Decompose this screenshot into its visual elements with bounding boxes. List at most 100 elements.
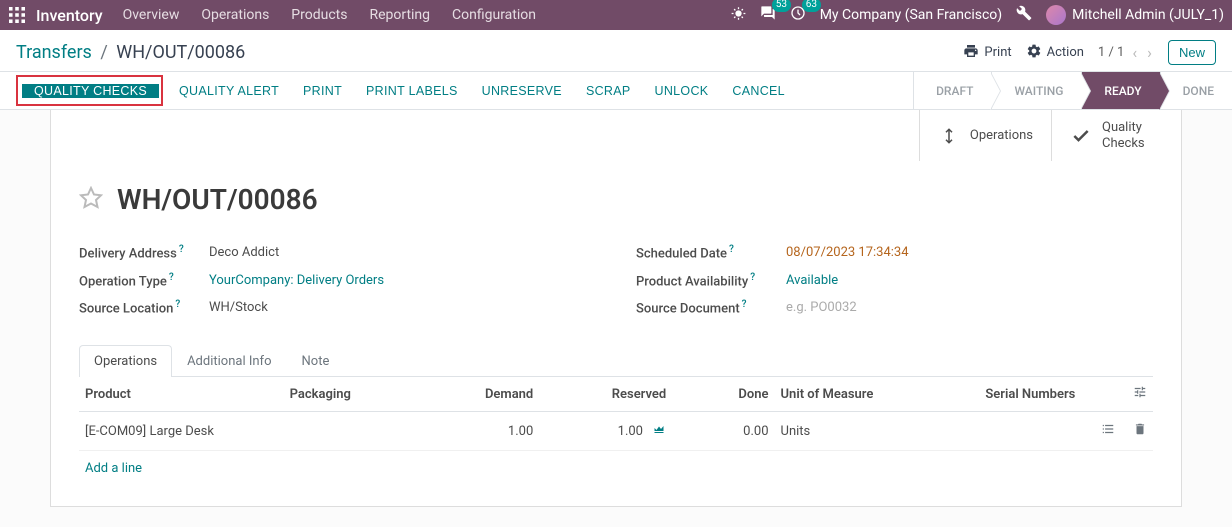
- pager-prev[interactable]: ‹: [1130, 43, 1139, 62]
- cell-serial[interactable]: [918, 412, 1082, 451]
- add-line-button[interactable]: Add a line: [79, 451, 1153, 486]
- col-packaging[interactable]: Packaging: [284, 377, 437, 412]
- user-name: Mitchell Admin (JULY_1): [1072, 7, 1224, 23]
- cell-product[interactable]: [E-COM09] Large Desk: [79, 412, 284, 451]
- page-title: WH/OUT/00086: [117, 183, 318, 216]
- status-draft[interactable]: DRAFT: [913, 72, 991, 109]
- col-done[interactable]: Done: [672, 377, 774, 412]
- print-label: Print: [984, 45, 1011, 60]
- status-bar: DRAFT WAITING READY DONE: [913, 72, 1232, 109]
- operation-type-label: Operation Type?: [79, 272, 209, 289]
- pager-text[interactable]: 1 / 1: [1098, 45, 1124, 60]
- menu-operations[interactable]: Operations: [201, 7, 269, 23]
- help-icon[interactable]: ?: [169, 272, 174, 283]
- messages-icon[interactable]: 53: [760, 5, 776, 25]
- cancel-button[interactable]: CANCEL: [720, 72, 797, 109]
- forecast-icon[interactable]: [652, 424, 666, 439]
- col-product[interactable]: Product: [79, 377, 284, 412]
- col-reserved[interactable]: Reserved: [539, 377, 672, 412]
- source-document-value[interactable]: e.g. PO0032: [786, 300, 857, 315]
- unlock-button[interactable]: UNLOCK: [643, 72, 721, 109]
- print-icon: [963, 43, 979, 63]
- gear-icon: [1026, 43, 1042, 63]
- action-button[interactable]: Action: [1026, 43, 1084, 63]
- star-icon[interactable]: [79, 186, 103, 214]
- quality-alert-button[interactable]: QUALITY ALERT: [167, 72, 291, 109]
- check-icon: [1070, 126, 1092, 146]
- debug-icon[interactable]: [731, 6, 746, 25]
- highlight-box: QUALITY CHECKS: [16, 75, 163, 106]
- pager-next[interactable]: ›: [1145, 43, 1154, 62]
- stat-quality-checks[interactable]: Quality Checks: [1051, 110, 1181, 161]
- app-brand[interactable]: Inventory: [36, 6, 103, 25]
- operation-type-value[interactable]: YourCompany: Delivery Orders: [209, 273, 384, 288]
- action-label: Action: [1047, 45, 1084, 60]
- control-bar: Transfers / WH/OUT/00086 Print Action 1 …: [0, 30, 1232, 72]
- col-serial[interactable]: Serial Numbers: [918, 377, 1082, 412]
- status-ready[interactable]: READY: [1081, 72, 1159, 109]
- cell-uom[interactable]: Units: [775, 412, 918, 451]
- messages-badge: 53: [772, 0, 791, 12]
- stat-buttons: Operations Quality Checks: [51, 110, 1181, 161]
- stat-operations-label: Operations: [970, 128, 1033, 144]
- col-demand[interactable]: Demand: [437, 377, 539, 412]
- breadcrumb-sep: /: [100, 42, 107, 63]
- source-location-value[interactable]: WH/Stock: [209, 300, 268, 315]
- source-document-label: Source Document?: [636, 299, 786, 316]
- status-done[interactable]: DONE: [1160, 72, 1232, 109]
- new-button[interactable]: New: [1168, 40, 1216, 65]
- product-availability-label: Product Availability?: [636, 272, 786, 289]
- menu-configuration[interactable]: Configuration: [452, 7, 536, 23]
- help-icon[interactable]: ?: [179, 244, 184, 255]
- cell-reserved[interactable]: 1.00: [539, 412, 672, 451]
- stat-quality-checks-label: Quality Checks: [1102, 120, 1162, 151]
- main-menu: Overview Operations Products Reporting C…: [123, 7, 536, 23]
- breadcrumb-current: WH/OUT/00086: [116, 42, 245, 63]
- button-bar: QUALITY CHECKS QUALITY ALERT PRINT PRINT…: [0, 72, 1232, 110]
- help-icon[interactable]: ?: [729, 244, 734, 255]
- activities-icon[interactable]: 63: [790, 5, 806, 25]
- help-icon[interactable]: ?: [742, 299, 747, 310]
- print-button[interactable]: Print: [963, 43, 1011, 63]
- tab-note[interactable]: Note: [287, 345, 345, 377]
- breadcrumb-root[interactable]: Transfers: [16, 42, 92, 63]
- delete-icon[interactable]: [1133, 425, 1147, 440]
- tab-additional-info[interactable]: Additional Info: [172, 345, 286, 377]
- avatar: [1046, 5, 1066, 25]
- arrows-vertical-icon: [938, 125, 960, 147]
- detailed-operations-icon[interactable]: [1100, 425, 1116, 440]
- top-nav: Inventory Overview Operations Products R…: [0, 0, 1232, 30]
- scheduled-date-label: Scheduled Date?: [636, 244, 786, 261]
- tabs: Operations Additional Info Note: [79, 344, 1153, 377]
- user-menu[interactable]: Mitchell Admin (JULY_1): [1046, 5, 1224, 25]
- cell-packaging[interactable]: [284, 412, 437, 451]
- table-row[interactable]: [E-COM09] Large Desk 1.00 1.00 0.00 Unit…: [79, 412, 1153, 451]
- form-sheet: Operations Quality Checks WH/OUT/00086 D…: [50, 110, 1182, 507]
- cell-demand[interactable]: 1.00: [437, 412, 539, 451]
- tab-operations[interactable]: Operations: [79, 345, 172, 377]
- print-labels-button[interactable]: PRINT LABELS: [354, 72, 470, 109]
- column-settings-icon[interactable]: [1133, 388, 1147, 403]
- help-icon[interactable]: ?: [750, 272, 755, 283]
- unreserve-button[interactable]: UNRESERVE: [470, 72, 574, 109]
- operations-table: Product Packaging Demand Reserved Done U…: [79, 377, 1153, 451]
- cell-done[interactable]: 0.00: [672, 412, 774, 451]
- help-icon[interactable]: ?: [175, 299, 180, 310]
- delivery-address-label: Delivery Address?: [79, 244, 209, 261]
- quality-checks-button[interactable]: QUALITY CHECKS: [22, 84, 159, 98]
- col-uom[interactable]: Unit of Measure: [775, 377, 918, 412]
- menu-products[interactable]: Products: [291, 7, 347, 23]
- scheduled-date-value[interactable]: 08/07/2023 17:34:34: [786, 245, 909, 260]
- print-doc-button[interactable]: PRINT: [291, 72, 354, 109]
- stat-operations[interactable]: Operations: [919, 110, 1051, 161]
- company-switcher[interactable]: My Company (San Francisco): [820, 7, 1002, 23]
- tools-icon[interactable]: [1016, 5, 1032, 25]
- product-availability-value: Available: [786, 273, 838, 288]
- source-location-label: Source Location?: [79, 299, 209, 316]
- apps-icon[interactable]: [8, 6, 26, 24]
- delivery-address-value[interactable]: Deco Addict: [209, 245, 279, 260]
- status-waiting[interactable]: WAITING: [991, 72, 1081, 109]
- scrap-button[interactable]: SCRAP: [574, 72, 643, 109]
- menu-reporting[interactable]: Reporting: [369, 7, 430, 23]
- menu-overview[interactable]: Overview: [123, 7, 180, 23]
